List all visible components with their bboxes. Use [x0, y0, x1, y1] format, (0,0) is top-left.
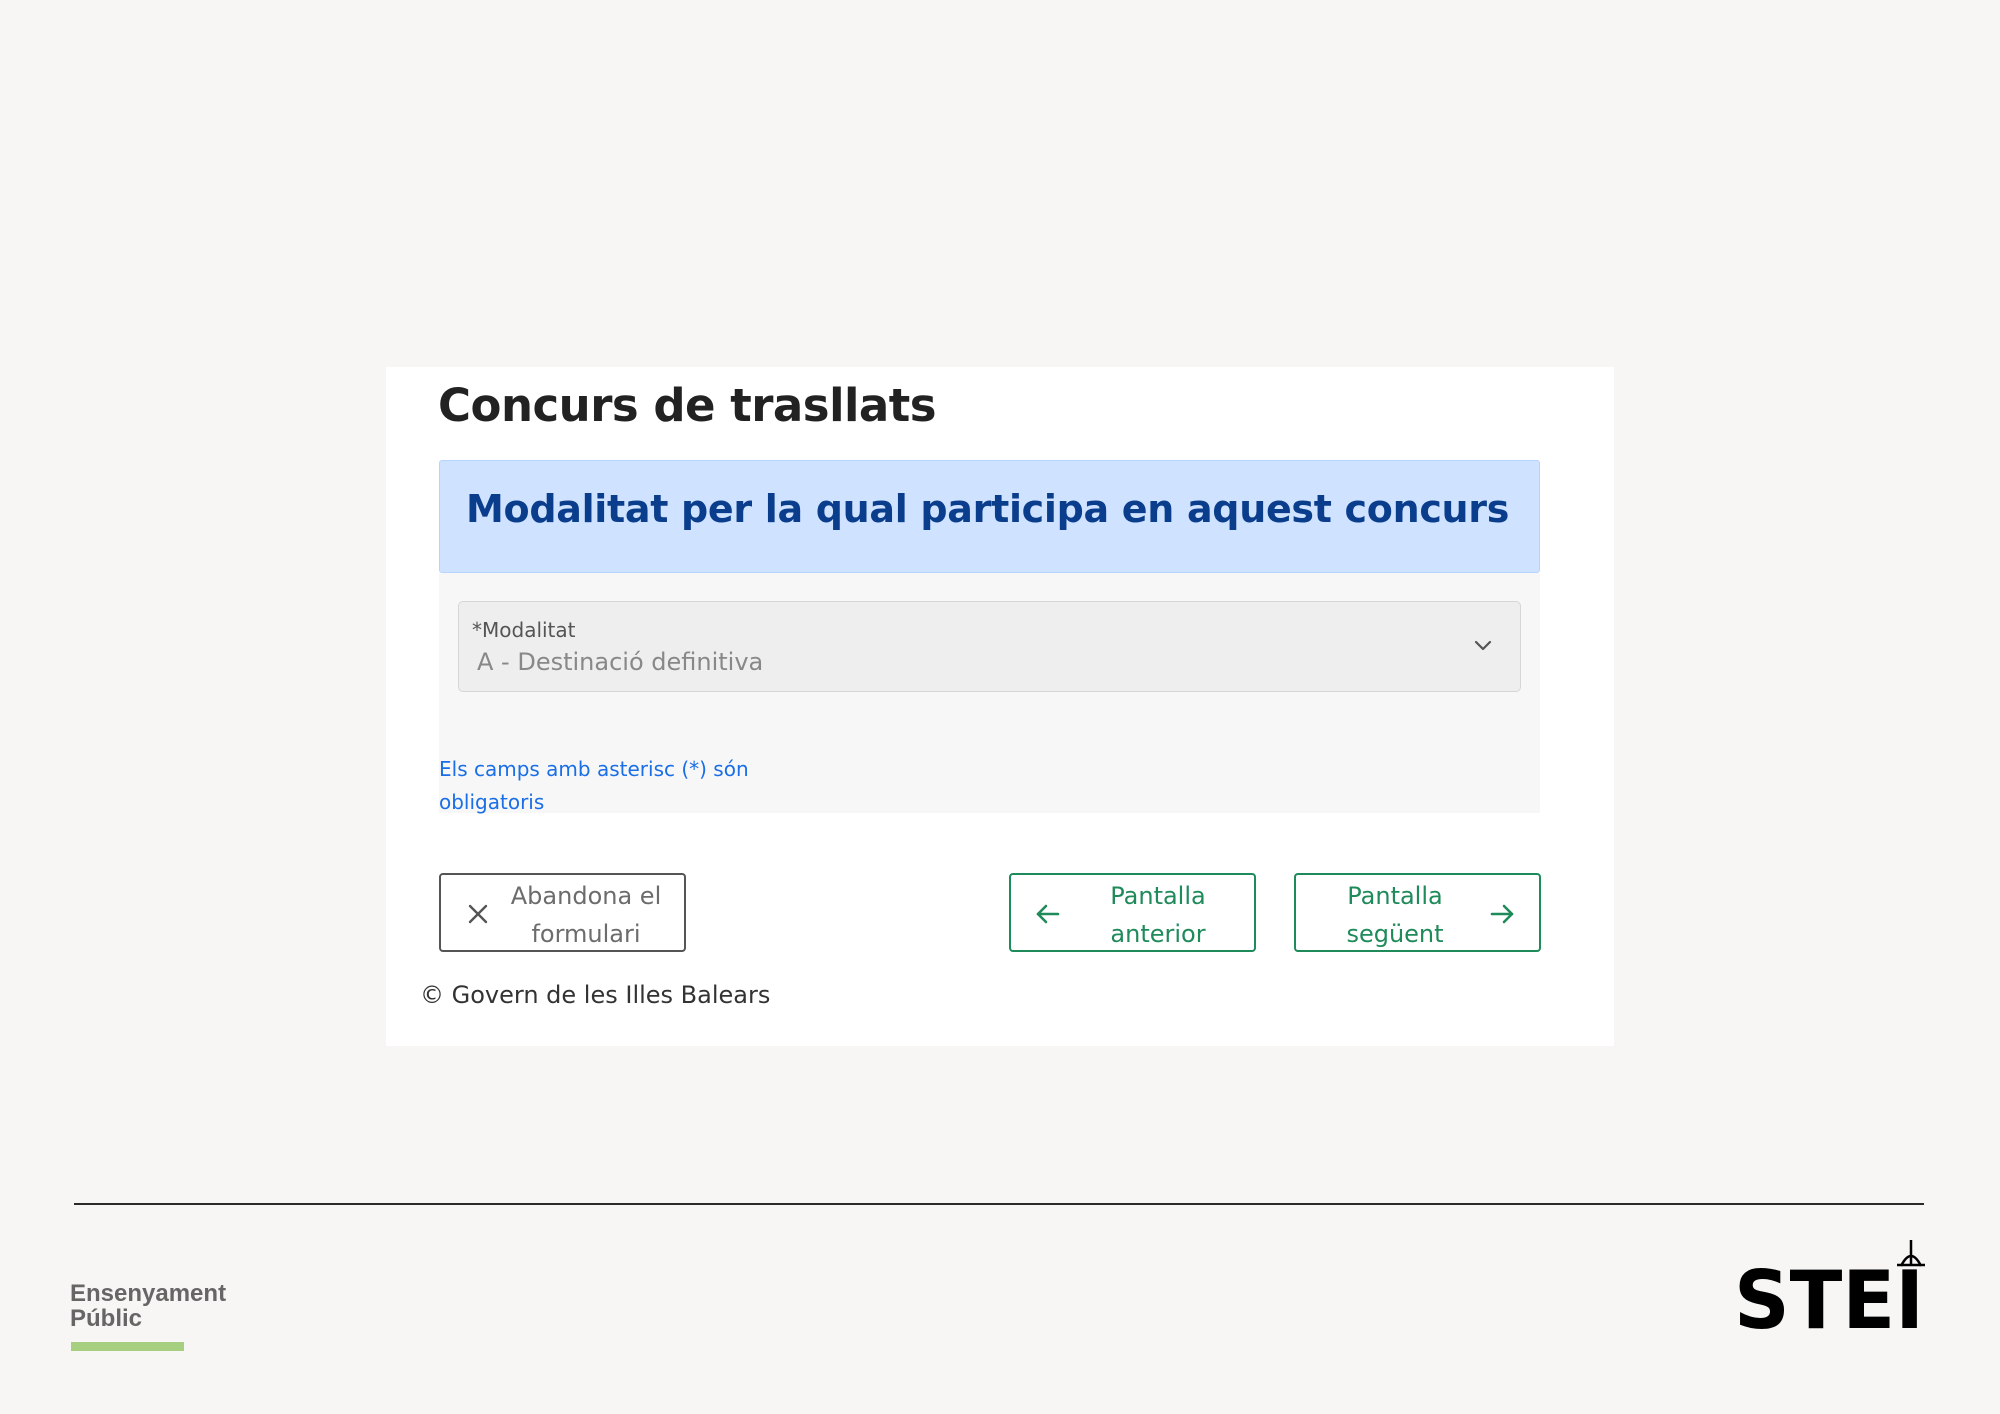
brand-line-1: Ensenyament	[70, 1280, 227, 1307]
brand-underline	[71, 1342, 184, 1351]
next-button-label: Pantalla següent	[1346, 882, 1444, 948]
chevron-down-icon	[1474, 640, 1492, 651]
arrow-left-icon	[1036, 904, 1060, 924]
stei-logo: STEI	[1734, 1240, 1925, 1332]
select-value: A - Destinació definitiva	[477, 648, 764, 676]
brand-line-2: Públic	[70, 1305, 143, 1332]
close-icon	[468, 904, 488, 924]
ensenyament-public-logo: Ensenyament Públic	[70, 1280, 227, 1351]
page-title: Concurs de trasllats	[438, 379, 937, 432]
previous-button-label: Pantalla anterior	[1110, 882, 1206, 948]
abandon-form-button[interactable]: Abandona el formulari	[439, 873, 686, 952]
copyright-text: © Govern de les Illes Balears	[420, 981, 771, 1009]
previous-screen-button[interactable]: Pantalla anterior	[1009, 873, 1256, 952]
section-header: Modalitat per la qual participa en aques…	[439, 460, 1540, 573]
stei-logo-text: STEI	[1734, 1254, 1924, 1332]
section-body: *Modalitat A - Destinació definitiva Els…	[439, 573, 1540, 814]
abandon-button-label: Abandona el formulari	[510, 882, 662, 948]
next-screen-button[interactable]: Pantalla següent	[1294, 873, 1541, 952]
modalitat-select[interactable]: *Modalitat A - Destinació definitiva	[458, 601, 1521, 692]
required-fields-note: Els camps amb asterisc (*) són obligator…	[439, 757, 749, 814]
arrow-right-icon	[1490, 904, 1514, 924]
select-label: *Modalitat	[472, 618, 576, 642]
footer-divider	[74, 1203, 1924, 1205]
form-card: Concurs de trasllats Modalitat per la qu…	[386, 367, 1614, 1046]
section-title: Modalitat per la qual participa en aques…	[466, 487, 1510, 531]
